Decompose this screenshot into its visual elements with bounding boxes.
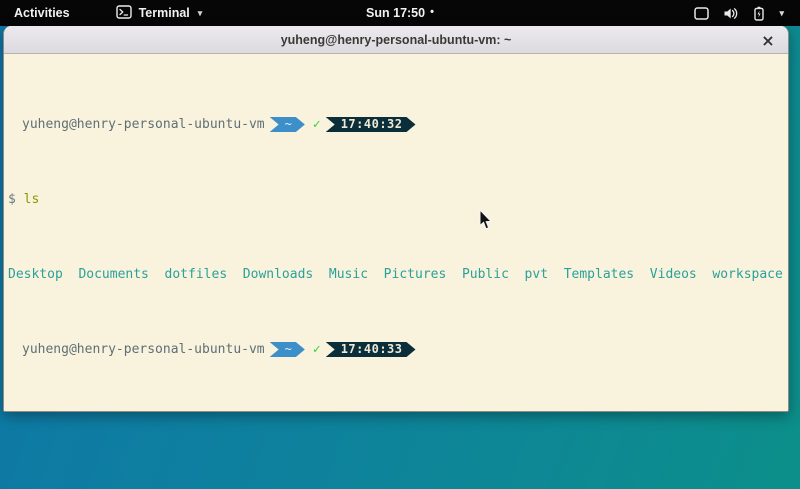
prompt-timestamp: 17:40:32 <box>326 117 416 132</box>
battery-charging-icon <box>753 6 765 21</box>
app-menu-label: Terminal <box>139 6 190 20</box>
ls-output: Desktop Documents dotfiles Downloads Mus… <box>8 267 786 282</box>
prompt-path-segment: ~ <box>270 117 305 132</box>
close-button[interactable]: × <box>757 29 779 51</box>
chevron-down-icon: ▾ <box>779 8 784 19</box>
prompt-host: yuheng@henry-personal-ubuntu-vm <box>8 117 265 132</box>
app-menu-terminal[interactable]: Terminal ▾ <box>110 0 209 26</box>
window-title: yuheng@henry-personal-ubuntu-vm: ~ <box>281 33 512 47</box>
clock-button[interactable]: Sun 17:50 <box>366 6 425 20</box>
terminal-screen[interactable]: yuheng@henry-personal-ubuntu-vm ~ ✓ 17:4… <box>4 54 788 412</box>
prompt-symbol: $ <box>8 192 16 207</box>
display-icon <box>694 7 709 20</box>
activities-button[interactable]: Activities <box>0 0 84 26</box>
terminal-window: yuheng@henry-personal-ubuntu-vm: ~ × yuh… <box>3 26 789 412</box>
prompt-line: yuheng@henry-personal-ubuntu-vm ~ ✓ 17:4… <box>8 342 786 357</box>
top-bar: Activities Terminal ▾ Sun 17:50 • <box>0 0 800 26</box>
prompt-path-segment: ~ <box>270 342 305 357</box>
activities-label: Activities <box>14 6 70 20</box>
prompt-line: yuheng@henry-personal-ubuntu-vm ~ ✓ 17:4… <box>8 117 786 132</box>
status-check-icon: ✓ <box>313 342 321 357</box>
command-line: $ ls <box>8 192 786 207</box>
notification-dot: • <box>430 7 434 17</box>
command-text: ls <box>24 192 40 207</box>
chevron-down-icon: ▾ <box>198 8 203 19</box>
volume-icon <box>723 7 739 20</box>
window-titlebar[interactable]: yuheng@henry-personal-ubuntu-vm: ~ × <box>4 26 788 54</box>
status-check-icon: ✓ <box>313 117 321 132</box>
prompt-timestamp: 17:40:33 <box>326 342 416 357</box>
terminal-icon <box>116 5 132 22</box>
system-tray[interactable]: ▾ <box>694 0 800 26</box>
prompt-host: yuheng@henry-personal-ubuntu-vm <box>8 342 265 357</box>
